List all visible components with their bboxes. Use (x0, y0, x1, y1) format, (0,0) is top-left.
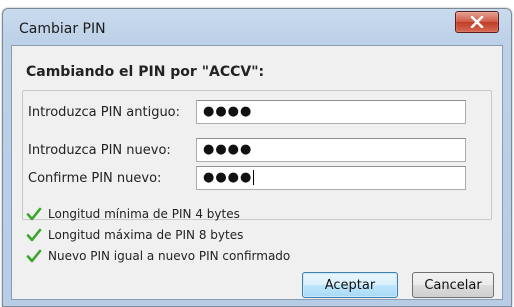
confirm-pin-label: Confirme PIN nuevo: (28, 171, 162, 186)
accept-button[interactable]: Aceptar (302, 272, 398, 298)
check-icon (26, 227, 42, 243)
old-pin-value: ●●●● (203, 104, 253, 119)
close-icon (470, 16, 484, 28)
dialog-title: Cambiar PIN (19, 21, 106, 37)
new-pin-input[interactable]: ●●●● (196, 138, 466, 162)
dialog-heading: Cambiando el PIN por "ACCV": (26, 64, 265, 80)
text-caret (253, 170, 255, 185)
check-icon (26, 206, 42, 222)
check-min-length-text: Longitud mínima de PIN 4 bytes (48, 207, 240, 221)
check-min-length: Longitud mínima de PIN 4 bytes (26, 206, 240, 222)
old-pin-label: Introduzca PIN antiguo: (28, 105, 181, 120)
change-pin-dialog: Cambiar PIN Cambiando el PIN por "ACCV":… (2, 8, 512, 307)
cancel-button[interactable]: Cancelar (412, 272, 494, 298)
dialog-body: Cambiando el PIN por "ACCV": Introduzca … (11, 45, 503, 300)
confirm-pin-input[interactable]: ●●●● (196, 166, 466, 190)
check-pin-match: Nuevo PIN igual a nuevo PIN confirmado (26, 248, 290, 264)
new-pin-label: Introduzca PIN nuevo: (28, 143, 171, 158)
check-icon (26, 248, 42, 264)
old-pin-input[interactable]: ●●●● (196, 100, 466, 124)
close-button[interactable] (455, 11, 499, 33)
confirm-pin-value: ●●●● (203, 170, 253, 185)
title-bar[interactable]: Cambiar PIN (3, 9, 511, 45)
check-max-length-text: Longitud máxima de PIN 8 bytes (48, 228, 244, 242)
new-pin-value: ●●●● (203, 142, 253, 157)
check-pin-match-text: Nuevo PIN igual a nuevo PIN confirmado (48, 249, 291, 263)
check-max-length: Longitud máxima de PIN 8 bytes (26, 227, 243, 243)
